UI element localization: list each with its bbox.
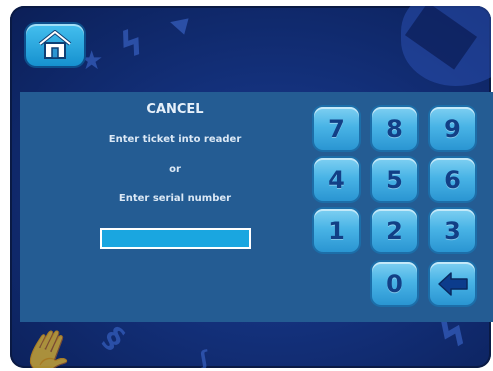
page-title: CANCEL [146, 102, 204, 117]
keypad-key-5[interactable]: 5 [372, 158, 417, 201]
house-icon [38, 30, 72, 59]
serial-number-input[interactable] [100, 228, 251, 249]
key-label: 1 [328, 216, 345, 245]
instruction-serial: Enter serial number [118, 193, 232, 204]
key-label: 2 [386, 216, 403, 245]
key-label: 6 [444, 165, 461, 194]
keypad-key-7[interactable]: 7 [314, 107, 359, 150]
key-label: 0 [386, 269, 403, 298]
keypad-key-9[interactable]: 9 [430, 107, 475, 150]
instruction-or: or [169, 164, 181, 175]
left-arrow-icon [437, 271, 468, 296]
key-label: 4 [328, 165, 345, 194]
instruction-ticket: Enter ticket into reader [108, 134, 242, 145]
keypad-key-8[interactable]: 8 [372, 107, 417, 150]
keypad-key-0[interactable]: 0 [372, 262, 417, 305]
key-label: 9 [444, 114, 461, 143]
swirl-decoration-icon: ʃ [197, 345, 211, 368]
key-label: 5 [386, 165, 403, 194]
keypad-key-4[interactable]: 4 [314, 158, 359, 201]
keypad-key-1[interactable]: 1 [314, 209, 359, 252]
key-label: 7 [328, 114, 345, 143]
keypad-key-6[interactable]: 6 [430, 158, 475, 201]
cancel-panel: CANCEL Enter ticket into reader or Enter… [20, 92, 493, 322]
hand-decoration-icon: ✋ [13, 317, 85, 368]
keypad-key-3[interactable]: 3 [430, 209, 475, 252]
triangle-decoration-icon: ◀ [167, 9, 190, 38]
swirl-decoration-icon: ϟ [113, 21, 151, 68]
backspace-button[interactable] [430, 262, 475, 305]
squiggle-decoration-icon: § [96, 320, 131, 357]
key-label: 8 [386, 114, 403, 143]
home-button[interactable] [26, 24, 84, 66]
keypad-key-2[interactable]: 2 [372, 209, 417, 252]
key-label: 3 [444, 216, 461, 245]
